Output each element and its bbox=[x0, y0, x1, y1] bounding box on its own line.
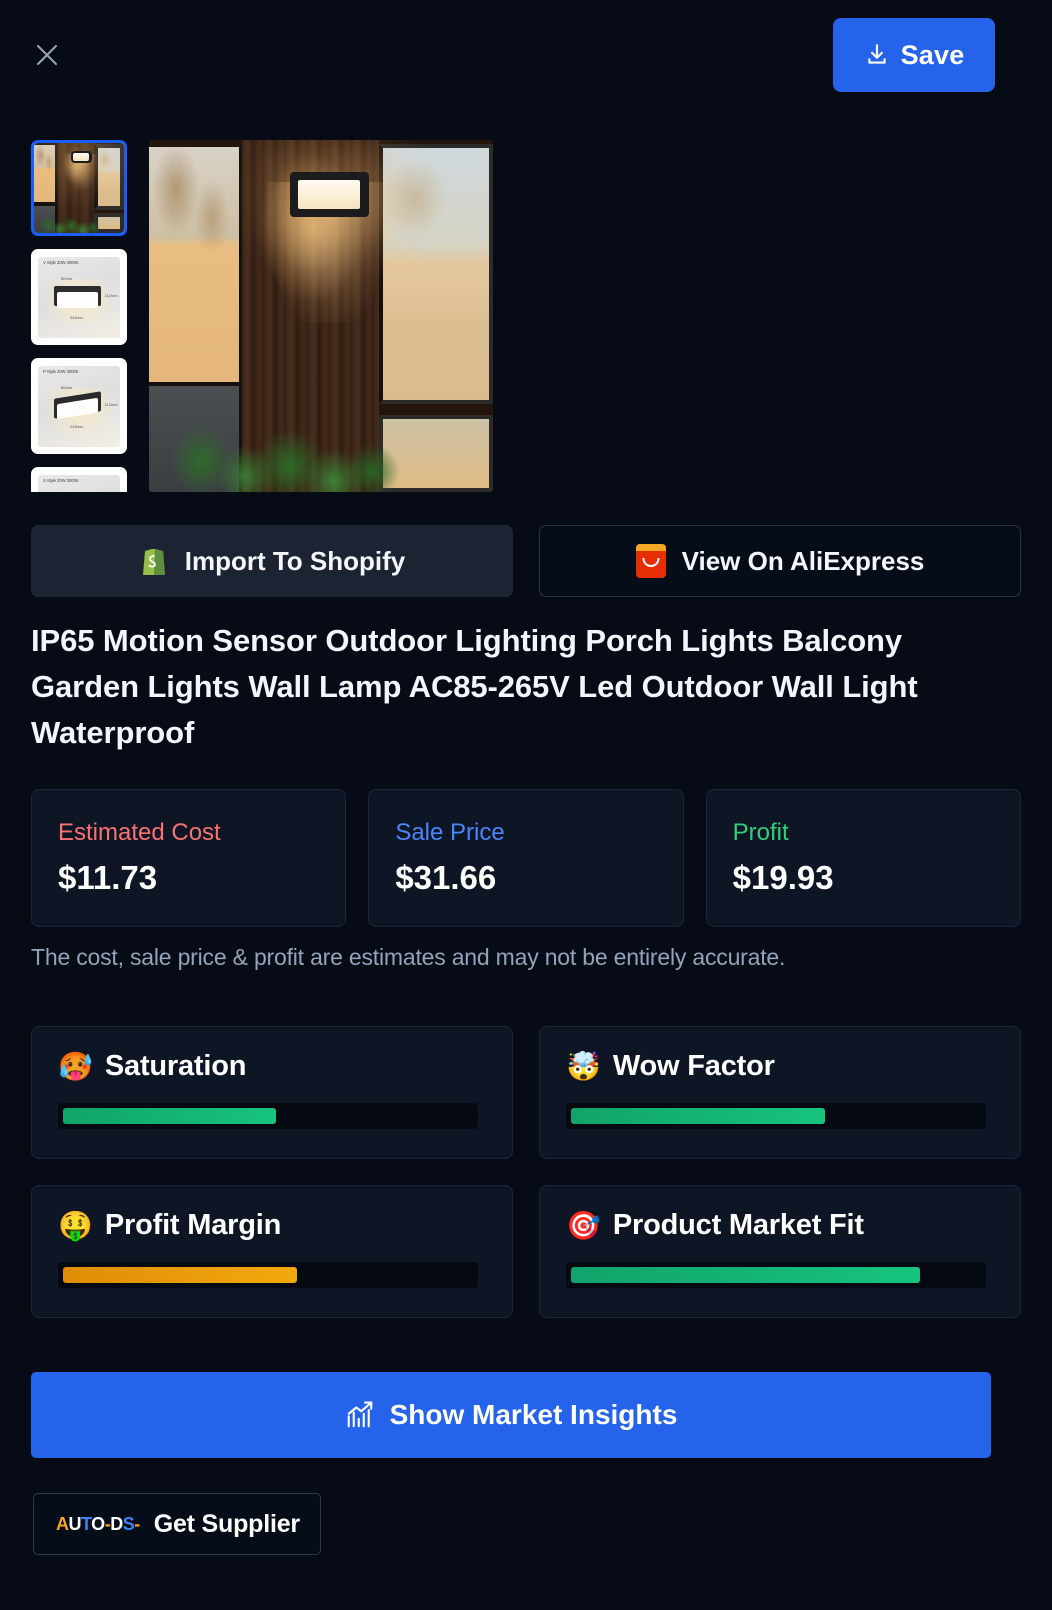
progress-track-product-market-fit bbox=[566, 1262, 986, 1288]
metric-card-saturation: 🥵 Saturation bbox=[31, 1026, 513, 1159]
thumbnail-2-caption: P Style 20W 3000K bbox=[43, 369, 79, 375]
aliexpress-icon bbox=[635, 544, 666, 578]
thumbnail-1[interactable]: V Style 20W 3000K 80mm 112mm 245mm bbox=[31, 249, 127, 345]
target-icon: 🎯 bbox=[566, 1209, 601, 1241]
sale-price-label: Sale Price bbox=[395, 819, 505, 846]
product-research-panel: Save V Style 20W 3000K 80mm 112mm 245mm … bbox=[0, 0, 1052, 1610]
sale-price-value: $31.66 bbox=[395, 859, 497, 896]
sale-price-card: Sale Price $31.66 bbox=[368, 789, 684, 927]
metric-label-product-market-fit: Product Market Fit bbox=[612, 1209, 864, 1241]
exploding-head-icon: 🤯 bbox=[566, 1050, 601, 1082]
thumbnail-1-caption: V Style 20W 3000K bbox=[43, 260, 79, 266]
thumbnail-3-caption: S Style 20W 3000K bbox=[43, 478, 79, 484]
money-face-icon: 🤑 bbox=[58, 1209, 93, 1241]
estimated-cost-card: Estimated Cost $11.73 bbox=[31, 789, 347, 927]
progress-track-wow-factor bbox=[566, 1103, 986, 1129]
metric-card-grid: 🥵 Saturation 🤯 Wow Factor 🤑 Profit Margi… bbox=[31, 1026, 1021, 1318]
close-button[interactable] bbox=[28, 36, 66, 74]
shopify-bag-icon bbox=[139, 544, 169, 578]
progress-fill-saturation bbox=[63, 1108, 277, 1124]
page-title: IP65 Motion Sensor Outdoor Lighting Porc… bbox=[31, 623, 918, 750]
get-supplier-button[interactable]: AUTO-DS- Get Supplier bbox=[33, 1493, 321, 1555]
progress-track-saturation bbox=[58, 1103, 478, 1129]
show-market-insights-label: Show Market Insights bbox=[389, 1399, 678, 1430]
panel-header: Save bbox=[0, 0, 1052, 116]
pricing-disclaimer: The cost, sale price & profit are estima… bbox=[31, 944, 786, 970]
show-market-insights-button[interactable]: Show Market Insights bbox=[31, 1372, 991, 1458]
view-on-aliexpress-label: View On AliExpress bbox=[681, 545, 925, 576]
get-supplier-label: Get Supplier bbox=[153, 1509, 300, 1538]
profit-value: $19.93 bbox=[732, 859, 834, 896]
main-product-image[interactable] bbox=[149, 140, 493, 492]
product-gallery: V Style 20W 3000K 80mm 112mm 245mm P Sty… bbox=[31, 140, 1021, 492]
thumbnail-list[interactable]: V Style 20W 3000K 80mm 112mm 245mm P Sty… bbox=[31, 140, 127, 492]
save-button[interactable]: Save bbox=[833, 18, 995, 92]
import-to-shopify-label: Import To Shopify bbox=[184, 545, 406, 576]
metric-label-saturation: Saturation bbox=[104, 1050, 247, 1082]
progress-fill-product-market-fit bbox=[571, 1267, 920, 1283]
view-on-aliexpress-button[interactable]: View On AliExpress bbox=[539, 525, 1021, 597]
save-button-label: Save bbox=[900, 39, 965, 70]
progress-fill-wow-factor bbox=[571, 1108, 826, 1124]
import-to-shopify-button[interactable]: Import To Shopify bbox=[31, 525, 513, 597]
thumbnail-2[interactable]: P Style 20W 3000K 80mm 112mm 245mm bbox=[31, 358, 127, 454]
metric-card-profit-margin: 🤑 Profit Margin bbox=[31, 1185, 513, 1318]
progress-track-profit-margin bbox=[58, 1262, 478, 1288]
estimated-cost-label: Estimated Cost bbox=[58, 819, 221, 846]
thumbnail-3[interactable]: S Style 20W 3000K bbox=[31, 467, 127, 492]
metric-card-product-market-fit: 🎯 Product Market Fit bbox=[539, 1185, 1021, 1318]
chart-trend-icon bbox=[347, 1401, 372, 1428]
autods-logo-icon: AUTO-DS- bbox=[56, 1513, 140, 1534]
close-icon bbox=[37, 45, 57, 65]
action-button-row: Import To Shopify View On AliExpress bbox=[31, 525, 1021, 597]
thumbnail-0[interactable] bbox=[31, 140, 127, 236]
estimated-cost-value: $11.73 bbox=[58, 859, 158, 896]
metric-card-wow-factor: 🤯 Wow Factor bbox=[539, 1026, 1021, 1159]
profit-label: Profit bbox=[732, 819, 789, 846]
download-icon bbox=[867, 44, 886, 64]
hot-face-icon: 🥵 bbox=[58, 1050, 93, 1082]
profit-card: Profit $19.93 bbox=[705, 789, 1021, 927]
metric-label-wow-factor: Wow Factor bbox=[612, 1050, 775, 1082]
pricing-summary: Estimated Cost $11.73 Sale Price $31.66 … bbox=[31, 789, 1021, 927]
metric-label-profit-margin: Profit Margin bbox=[104, 1209, 282, 1241]
progress-fill-profit-margin bbox=[63, 1267, 297, 1283]
